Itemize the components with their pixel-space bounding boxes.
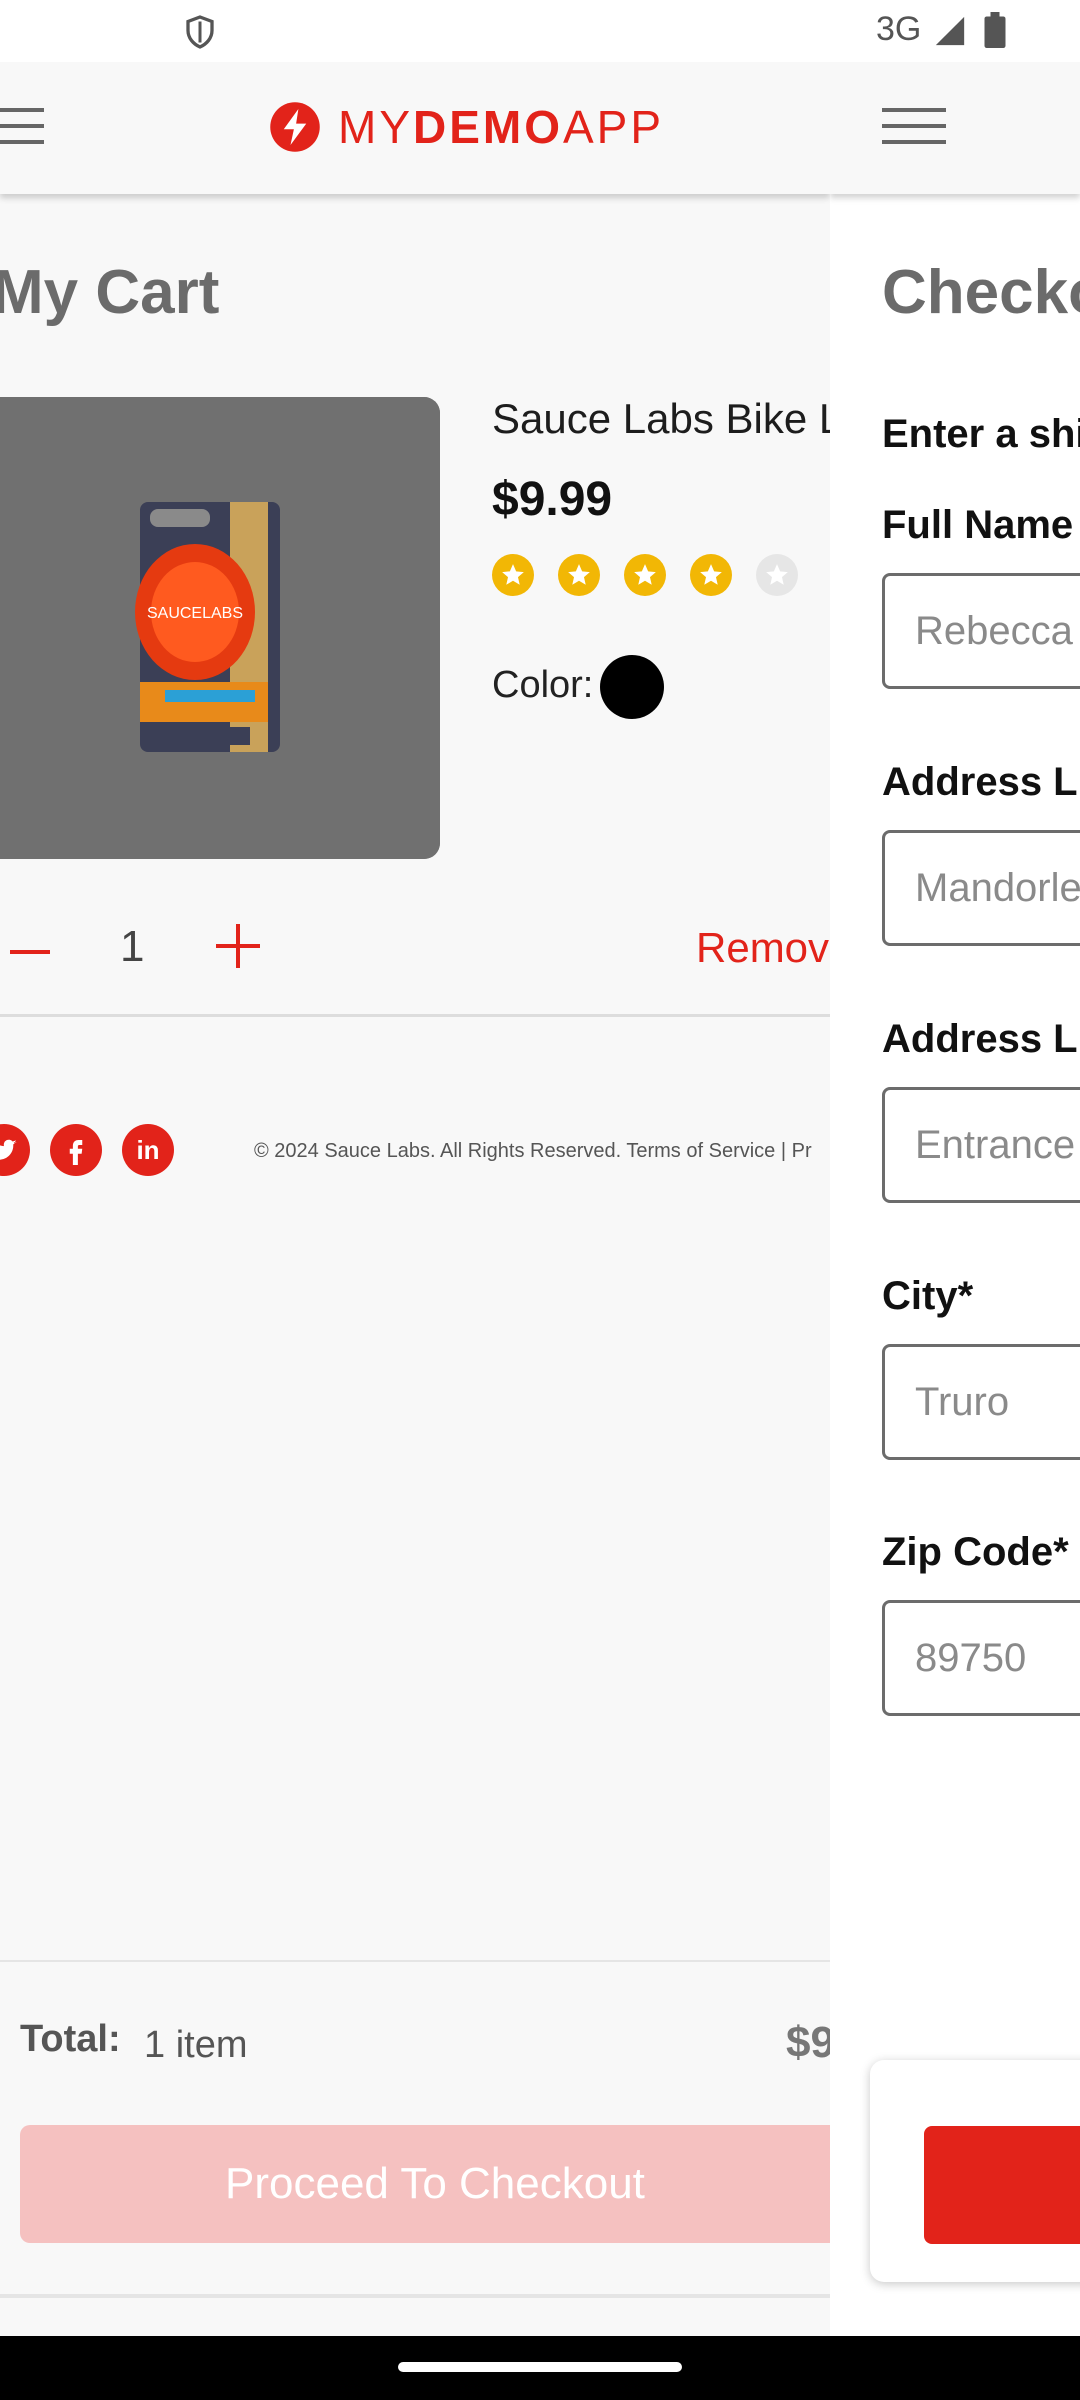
svg-text:SAUCELABS: SAUCELABS [147, 605, 243, 622]
linkedin-icon[interactable]: in [122, 1124, 174, 1176]
zip-code-label: Zip Code* [882, 1530, 1069, 1574]
divider [0, 1014, 830, 1017]
product-price: $9.99 [492, 473, 613, 526]
twitter-icon[interactable] [0, 1124, 30, 1176]
decrease-quantity-button[interactable] [10, 942, 50, 954]
status-bar: 3G [0, 0, 1080, 62]
star-filled-icon [492, 554, 534, 596]
full-name-input[interactable]: Rebecca [882, 573, 1080, 689]
app-header [830, 62, 1080, 194]
product-rating [492, 554, 798, 596]
divider [0, 2294, 830, 2298]
page-title: Checko [882, 258, 1080, 327]
lightning-logo-icon [270, 102, 320, 152]
page-title: My Cart [0, 258, 220, 327]
bike-light-image: SAUCELABS [0, 397, 440, 859]
color-swatch [600, 655, 664, 719]
shipping-heading: Enter a shi [882, 412, 1080, 456]
city-input[interactable]: Truro [882, 1344, 1080, 1460]
product-name[interactable]: Sauce Labs Bike L [492, 395, 830, 443]
total-label: Total: [20, 2018, 121, 2060]
shield-icon [186, 15, 214, 49]
address-line-1-label: Address Li [882, 760, 1080, 804]
divider [0, 1960, 830, 1962]
to-payment-button[interactable] [924, 2126, 1080, 2244]
star-filled-icon [690, 554, 732, 596]
city-label: City* [882, 1274, 974, 1318]
battery-icon [984, 12, 1006, 48]
star-filled-icon [624, 554, 666, 596]
increase-quantity-button[interactable] [216, 924, 260, 968]
logo-text: MYDEMOAPP [338, 101, 665, 153]
star-filled-icon [558, 554, 600, 596]
product-image[interactable]: SAUCELABS [0, 397, 440, 859]
address-line-1-input[interactable]: Mandorle [882, 830, 1080, 946]
menu-icon[interactable] [882, 106, 946, 146]
footer-copyright: © 2024 Sauce Labs. All Rights Reserved. … [254, 1140, 812, 1162]
address-line-2-label: Address Li [882, 1017, 1080, 1061]
proceed-to-checkout-button[interactable]: Proceed To Checkout [20, 2125, 830, 2243]
quantity-value: 1 [120, 922, 145, 971]
total-items: 1 item [144, 2024, 248, 2066]
app-header: MYDEMOAPP [0, 62, 830, 194]
remove-item-button[interactable]: Remov [696, 924, 829, 972]
network-type: 3G [876, 10, 922, 48]
zip-code-input[interactable]: 89750 [882, 1600, 1080, 1716]
signal-icon [935, 16, 965, 46]
total-price: $9 [786, 2018, 830, 2067]
cart-screen: MYDEMOAPP My Cart SAUCELABS Sauce Labs B… [0, 62, 830, 2336]
address-line-2-input[interactable]: Entrance [882, 1087, 1080, 1203]
app-logo: MYDEMOAPP [268, 100, 664, 154]
checkout-screen: Checko Enter a shi Full Name Rebecca Add… [830, 62, 1080, 2336]
color-label: Color: [492, 664, 594, 706]
star-empty-icon [756, 554, 798, 596]
menu-icon[interactable] [0, 106, 44, 146]
full-name-label: Full Name [882, 503, 1074, 547]
social-links: in [0, 1124, 174, 1176]
facebook-icon[interactable] [50, 1124, 102, 1176]
home-gesture-handle[interactable] [398, 2362, 682, 2372]
